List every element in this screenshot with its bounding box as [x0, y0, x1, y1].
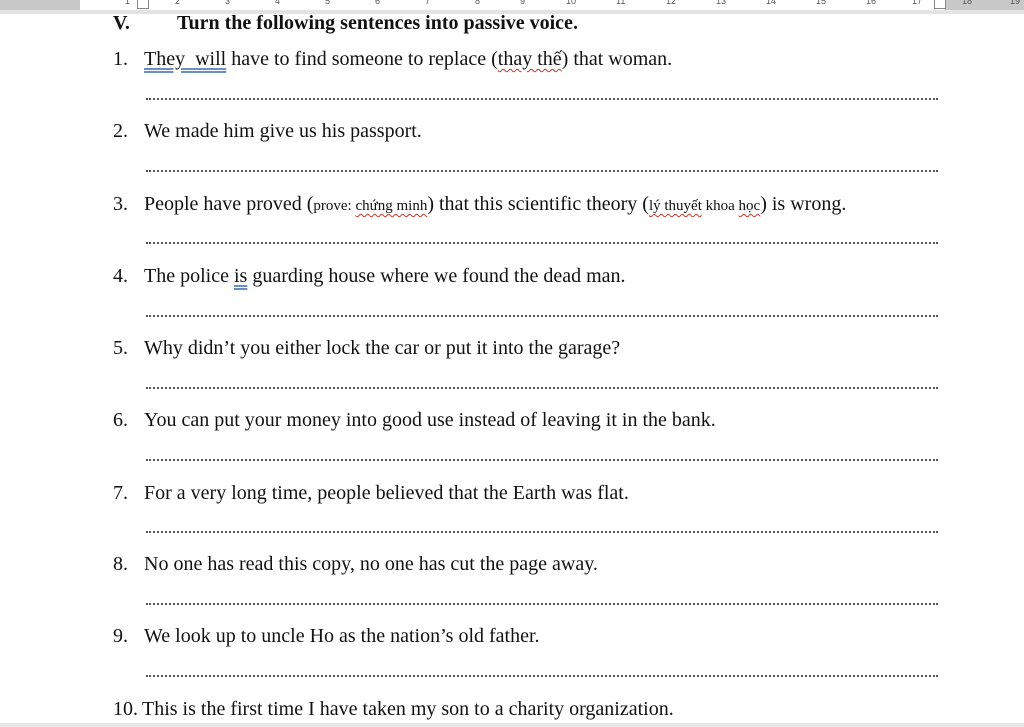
section-title: Turn the following sentences into passiv…: [177, 12, 578, 34]
item-text: People have proved (: [144, 193, 314, 215]
item-text: We made him give us his passport.: [144, 120, 422, 142]
item-text: ) is wrong.: [760, 193, 847, 215]
item-number: 2.: [113, 120, 128, 142]
answer-line-2[interactable]: [146, 168, 938, 172]
item-text: For a very long time, people believed th…: [144, 482, 629, 504]
grammar-flag-text[interactable]: is: [234, 265, 247, 287]
ruler-tick: 15: [816, 0, 827, 6]
item-number: 8.: [113, 553, 128, 575]
ruler-tick: 13: [716, 0, 727, 6]
item-number: 7.: [113, 482, 128, 504]
exercise-item-4: 4. The police is guarding house where we …: [113, 264, 626, 288]
item-number: 5.: [113, 337, 128, 359]
answer-line-9[interactable]: [146, 673, 938, 677]
ruler-left-margin: [0, 0, 80, 10]
ruler-tick: 14: [766, 0, 777, 6]
grammar-flag-text[interactable]: They will: [144, 48, 226, 70]
spelling-flag-text[interactable]: chứng minh: [355, 198, 427, 214]
item-text: We look up to uncle Ho as the nation’s o…: [144, 625, 540, 647]
item-text: The police: [144, 265, 234, 287]
item-number: 4.: [113, 265, 128, 287]
spelling-flag-text[interactable]: lý thuyết: [649, 198, 702, 214]
item-number: 10.: [113, 698, 138, 720]
item-text: ) that this scientific theory (: [427, 193, 649, 215]
exercise-item-2: 2. We made him give us his passport.: [113, 119, 422, 143]
answer-line-4[interactable]: [146, 313, 938, 317]
exercise-item-1: 1. They will have to find someone to repl…: [113, 47, 672, 71]
exercise-item-6: 6. You can put your money into good use i…: [113, 408, 716, 432]
ruler-tick: 19: [1010, 0, 1021, 6]
item-text: ) that woman.: [561, 48, 673, 70]
page-bottom-edge: [0, 723, 1024, 727]
ruler-tick: 18: [962, 0, 973, 6]
ruler-tick: 3: [225, 0, 231, 6]
item-number: 9.: [113, 625, 128, 647]
spelling-flag-text[interactable]: học: [739, 198, 761, 214]
exercise-item-3: 3. People have proved (prove: chứng minh)…: [113, 192, 846, 218]
ruler-tick: 2: [175, 0, 181, 6]
ruler-tick: 9: [520, 0, 526, 6]
left-indent-marker[interactable]: [137, 0, 149, 9]
ruler-tick: 10: [566, 0, 577, 6]
section-heading: V. Turn the following sentences into pass…: [113, 11, 578, 35]
item-gloss: prove:: [313, 198, 356, 214]
exercise-item-10: 10. This is the first time I have taken m…: [113, 697, 674, 721]
item-text: guarding house where we found the dead m…: [247, 265, 626, 287]
answer-line-8[interactable]: [146, 601, 938, 605]
ruler-tick: 17: [912, 0, 923, 6]
item-number: 3.: [113, 193, 128, 215]
item-gloss: khoa: [701, 198, 739, 214]
ruler-tick: 6: [375, 0, 381, 6]
ruler-tick: 4: [275, 0, 281, 6]
item-number: 1.: [113, 48, 128, 70]
ruler-tick: 16: [866, 0, 877, 6]
ruler-tick: 7: [425, 0, 431, 6]
exercise-item-8: 8. No one has read this copy, no one has …: [113, 552, 598, 576]
ruler-tick: 11: [616, 0, 626, 6]
item-number: 6.: [113, 409, 128, 431]
exercise-item-9: 9. We look up to uncle Ho as the nation’s…: [113, 624, 540, 648]
exercise-item-5: 5. Why didn’t you either lock the car or …: [113, 336, 620, 360]
item-text: Why didn’t you either lock the car or pu…: [144, 337, 621, 359]
ruler-tick: 1: [125, 0, 131, 6]
item-text: You can put your money into good use ins…: [144, 409, 716, 431]
spelling-flag-text[interactable]: thay thế: [498, 48, 562, 70]
answer-line-3[interactable]: [146, 240, 938, 244]
exercise-item-7: 7. For a very long time, people believed …: [113, 481, 629, 505]
answer-line-7[interactable]: [146, 529, 938, 533]
answer-line-5[interactable]: [146, 385, 938, 389]
section-number: V.: [113, 12, 130, 34]
ruler-tick: 8: [475, 0, 481, 6]
answer-line-1[interactable]: [146, 96, 938, 100]
right-indent-marker[interactable]: [934, 0, 946, 9]
item-text: No one has read this copy, no one has cu…: [144, 553, 598, 575]
item-text: have to find someone to replace (: [226, 48, 498, 70]
ruler-tick: 12: [666, 0, 677, 6]
ruler-tick: 5: [325, 0, 331, 6]
item-text: This is the first time I have taken my s…: [142, 698, 674, 720]
answer-line-6[interactable]: [146, 457, 938, 461]
